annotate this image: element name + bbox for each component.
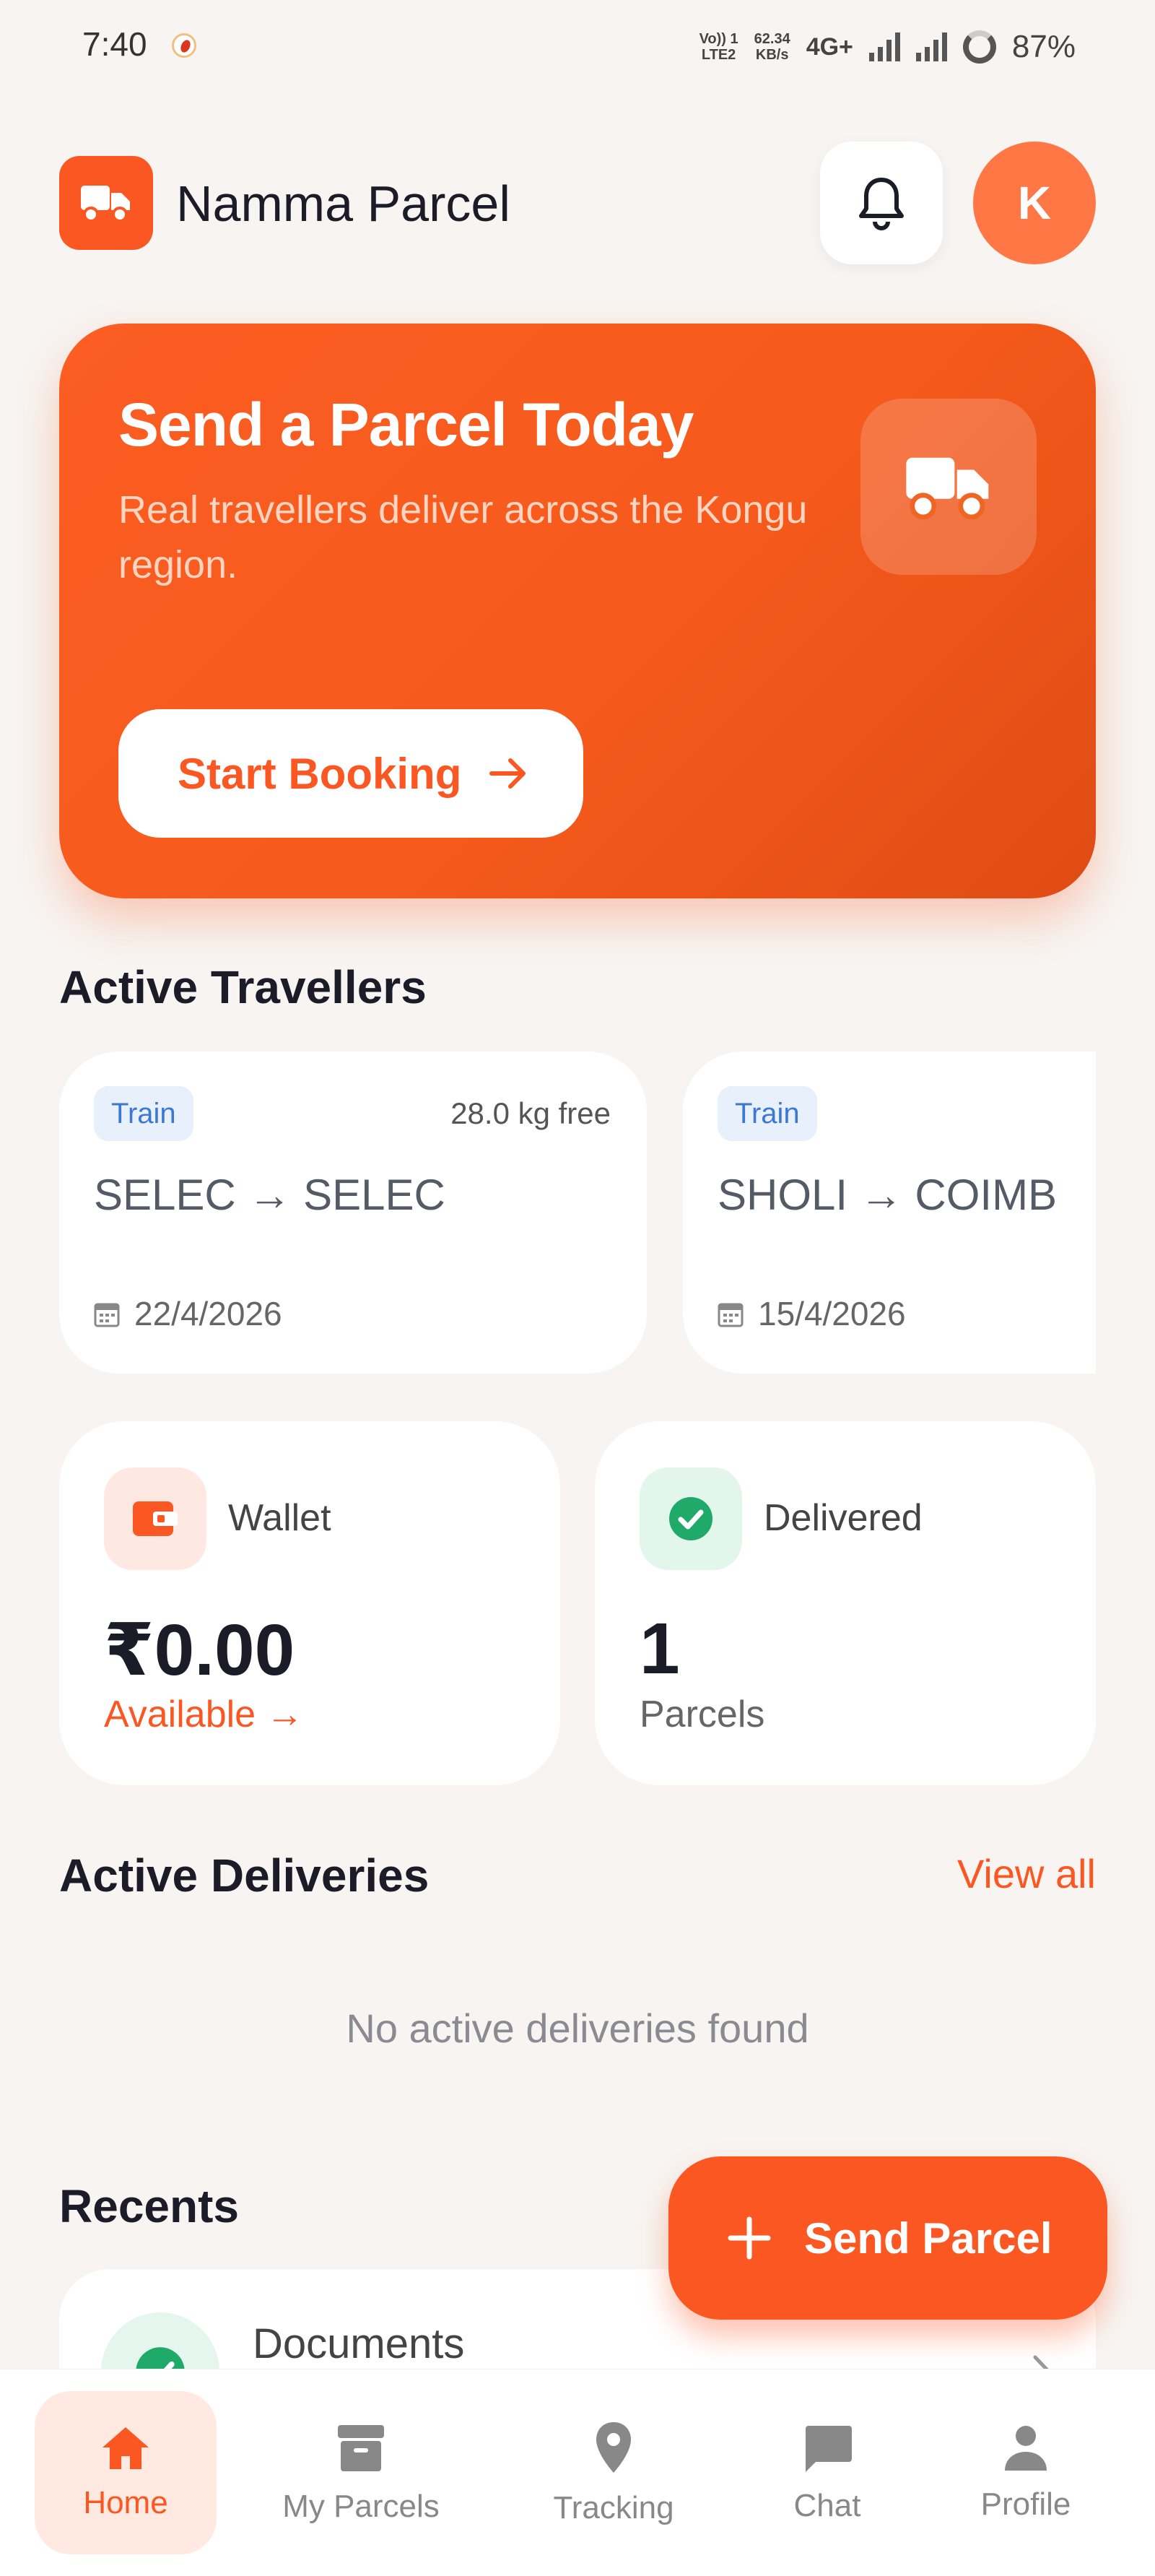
chat-icon	[806, 2426, 852, 2472]
wallet-icon	[133, 1501, 178, 1536]
calendar-icon	[718, 1303, 744, 1327]
traveller-card[interactable]: Train 28.0 kg free SELEC → SELEC 22/4/20…	[59, 1051, 647, 1374]
route: SELEC → SELEC	[94, 1170, 445, 1220]
home-icon	[103, 2427, 149, 2469]
start-booking-button[interactable]: Start Booking	[118, 709, 583, 838]
avatar[interactable]: K	[973, 142, 1096, 264]
travel-date-value: 22/4/2026	[134, 1295, 282, 1332]
truck-icon	[906, 457, 989, 520]
delivered-unit: Parcels	[640, 1694, 765, 1735]
route-from: SELEC	[94, 1171, 236, 1219]
check-circle-icon	[669, 1497, 712, 1540]
route: SHOLI → COIMB	[718, 1170, 1057, 1220]
app-logo	[59, 156, 153, 250]
arrow-right-icon: →	[248, 1171, 292, 1219]
delivered-icon-tile	[640, 1467, 742, 1570]
delivered-label: Delivered	[764, 1497, 923, 1539]
signal-icon	[868, 32, 900, 61]
wallet-amount: ₹0.00	[104, 1610, 295, 1691]
nav-home-label: Home	[83, 2485, 168, 2520]
status-indicators: Vo)) 1 LTE2 62.34 KB/s 4G+ 87%	[699, 22, 1076, 72]
wallet-card[interactable]: Wallet ₹0.00 Available →	[59, 1421, 560, 1785]
active-deliveries-title: Active Deliveries	[59, 1849, 430, 1901]
wallet-icon-tile	[104, 1467, 206, 1570]
start-booking-label: Start Booking	[178, 749, 462, 798]
truck-icon	[81, 186, 130, 222]
travel-mode-badge: Train	[94, 1086, 193, 1141]
archive-icon	[338, 2425, 384, 2471]
empty-deliveries-message: No active deliveries found	[346, 2005, 809, 2051]
nav-tracking-label: Tracking	[553, 2490, 674, 2525]
hero-subtitle: Real travellers deliver across the Kongu…	[118, 488, 808, 586]
nav-profile-label: Profile	[980, 2486, 1071, 2522]
send-parcel-label: Send Parcel	[804, 2213, 1052, 2263]
traveller-card[interactable]: Train SHOLI → COIMB 15/4/2026	[683, 1051, 1096, 1374]
wallet-available-label: Available	[104, 1694, 256, 1735]
calendar-icon	[94, 1303, 120, 1327]
nav-tracking[interactable]: Tracking	[527, 2391, 700, 2554]
arrow-right-icon: →	[266, 1694, 304, 1735]
hero-title: Send a Parcel Today	[118, 391, 694, 459]
bottom-nav: Home My Parcels Tracking Chat Profile	[0, 2369, 1155, 2576]
nav-home[interactable]: Home	[35, 2391, 217, 2554]
view-all-link[interactable]: View all	[957, 1850, 1096, 1897]
travel-date: 22/4/2026	[94, 1294, 282, 1333]
wallet-available-link[interactable]: Available →	[104, 1693, 304, 1736]
speed-value: 62.34	[754, 31, 790, 47]
nav-my-parcels-label: My Parcels	[282, 2489, 440, 2524]
bell-icon	[859, 178, 904, 230]
network-type: 4G+	[806, 32, 853, 61]
nav-profile[interactable]: Profile	[950, 2391, 1102, 2554]
hero-icon-tile	[860, 399, 1037, 575]
arrow-right-icon: →	[859, 1171, 903, 1219]
notification-app-icon	[172, 33, 196, 58]
free-weight: 28.0 kg free	[450, 1096, 611, 1130]
plus-icon	[728, 2216, 771, 2260]
status-time: 7:40	[82, 25, 147, 63]
route-from: SHOLI	[718, 1171, 848, 1219]
send-parcel-fab[interactable]: Send Parcel	[668, 2156, 1107, 2320]
nav-chat-label: Chat	[793, 2488, 861, 2523]
volte-indicator: Vo)) 1 LTE2	[699, 31, 738, 63]
delivered-count: 1	[640, 1608, 680, 1689]
battery-percent: 87%	[1011, 29, 1076, 64]
route-to: SELEC	[303, 1171, 445, 1219]
nav-my-parcels[interactable]: My Parcels	[267, 2391, 455, 2554]
travel-mode-badge: Train	[718, 1086, 817, 1141]
hero-banner: Send a Parcel Today Real travellers deli…	[59, 324, 1096, 898]
travel-date-value: 15/4/2026	[758, 1295, 906, 1332]
network-speed: 62.34 KB/s	[754, 31, 790, 63]
speed-unit: KB/s	[755, 47, 789, 63]
notifications-button[interactable]	[820, 142, 943, 264]
route-to: COIMB	[915, 1171, 1058, 1219]
active-travellers-title: Active Travellers	[59, 961, 427, 1013]
status-bar: 7:40 Vo)) 1 LTE2 62.34 KB/s 4G+ 87%	[0, 0, 1155, 94]
person-icon	[1005, 2426, 1047, 2471]
wallet-label: Wallet	[228, 1497, 331, 1539]
app-name: Namma Parcel	[176, 175, 510, 232]
location-pin-icon	[596, 2422, 631, 2473]
recent-item-title: Documents	[253, 2320, 465, 2367]
delivered-card[interactable]: Delivered 1 Parcels	[595, 1421, 1096, 1785]
lte-label: LTE2	[701, 47, 736, 63]
nav-chat[interactable]: Chat	[755, 2391, 899, 2554]
travel-date: 15/4/2026	[718, 1294, 906, 1333]
arrow-right-icon	[489, 758, 526, 789]
battery-icon	[962, 30, 996, 64]
signal-icon	[915, 32, 947, 61]
recents-title: Recents	[59, 2180, 239, 2232]
volte-label: Vo)) 1	[699, 31, 738, 47]
